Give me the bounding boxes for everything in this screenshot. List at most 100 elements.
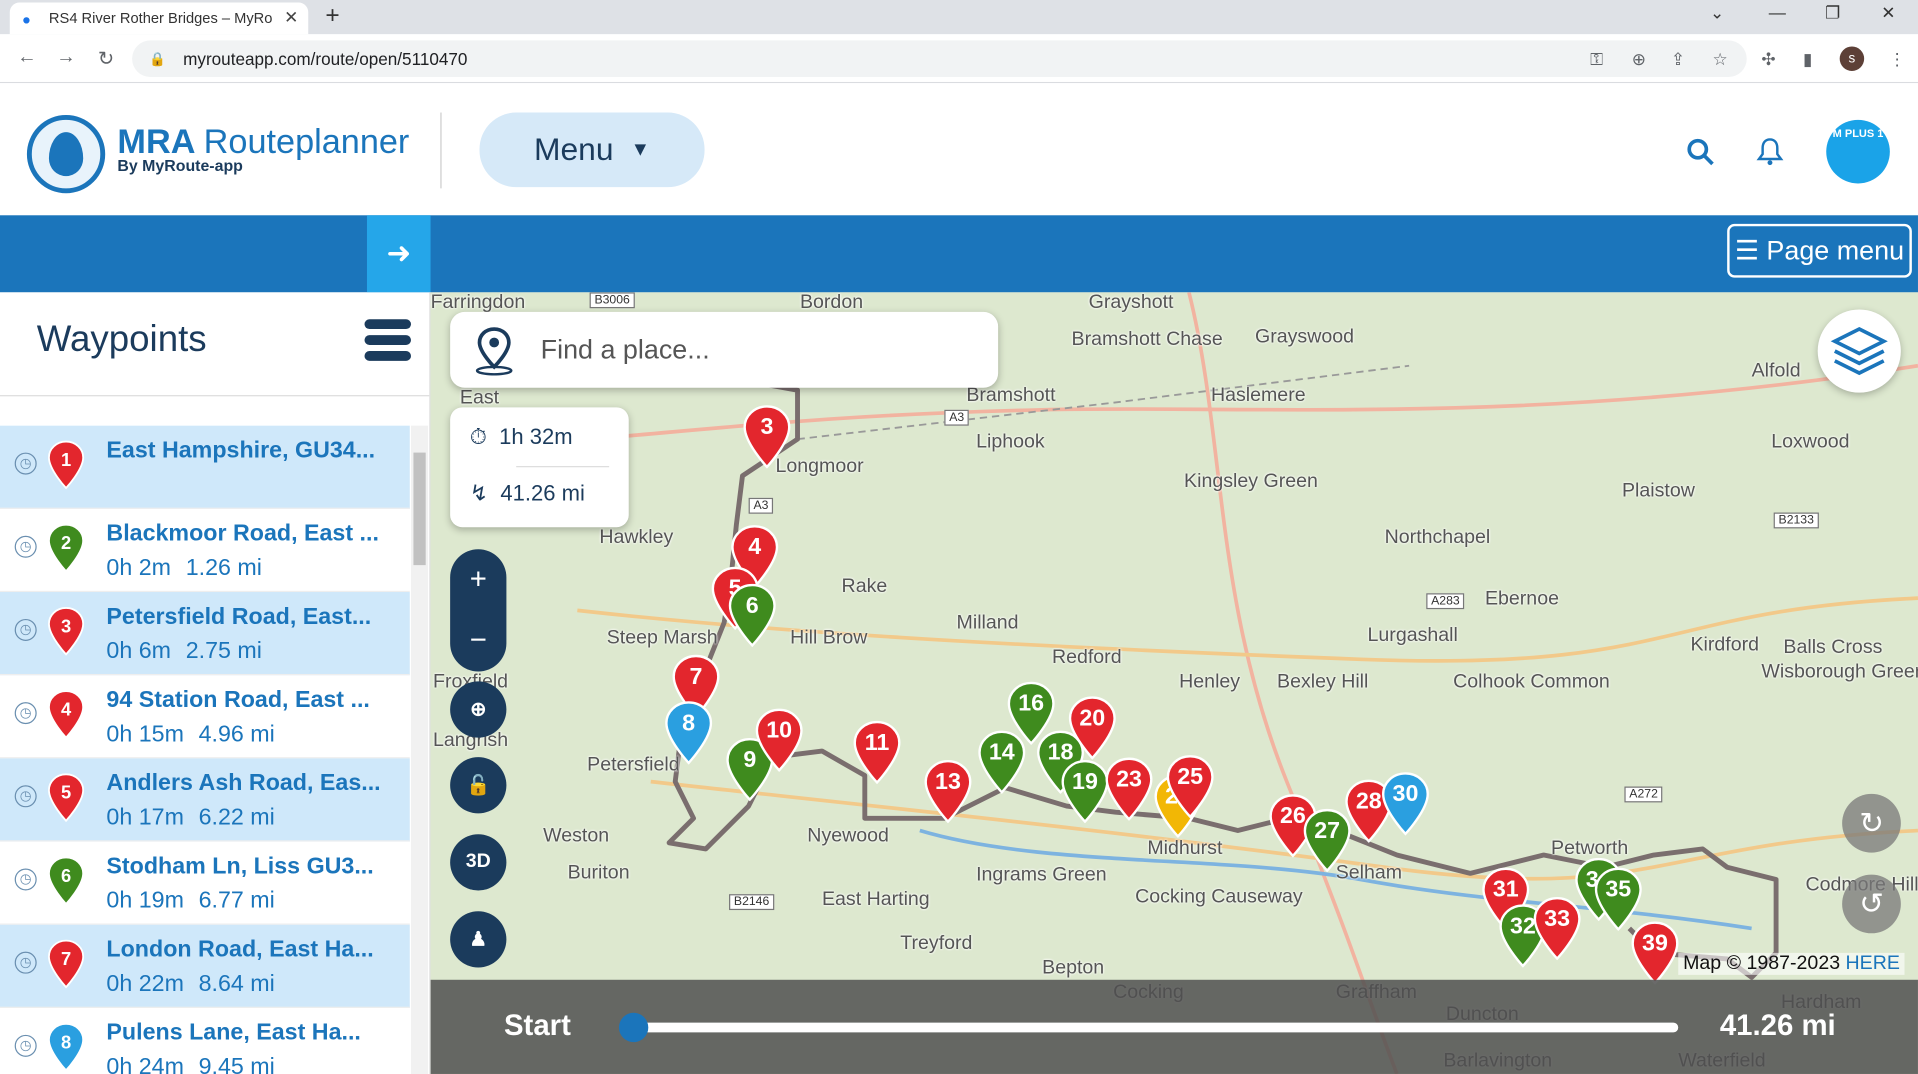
extensions-icon[interactable]: ✣ xyxy=(1761,49,1775,70)
waypoint-meta: 0h 19m 6.77 mi xyxy=(106,888,274,915)
waypoint-item[interactable]: ◷ 1 East Hampshire, GU34... xyxy=(0,425,410,509)
waypoint-item[interactable]: ◷ 5 Andlers Ash Road, Eas... 0h 17m 6.22 mi xyxy=(0,758,410,842)
add-waypoint-button[interactable]: ⊕ xyxy=(450,681,507,738)
map-place-label: Bramshott Chase xyxy=(1071,329,1223,350)
clock-icon[interactable]: ◷ xyxy=(14,1034,37,1057)
browser-tab[interactable]: ● RS4 River Rother Bridges – MyRo ✕ xyxy=(9,2,309,35)
here-link[interactable]: HERE xyxy=(1846,953,1900,974)
address-bar[interactable]: 🔒 myrouteapp.com/route/open/5110470 xyxy=(132,40,1747,78)
rotate-clockwise-button[interactable]: ↻ xyxy=(1842,793,1901,853)
route-marker-23[interactable]: 23 xyxy=(1103,757,1154,821)
route-marker-6[interactable]: 6 xyxy=(727,583,778,648)
reload-icon[interactable]: ↻ xyxy=(98,46,114,70)
waypoint-meta xyxy=(106,472,121,499)
route-map[interactable]: Farringdon Bordon Grayshott Grayswood Bramsh… xyxy=(430,292,1918,1074)
mra-logo-icon[interactable] xyxy=(26,114,106,194)
map-place-label: Loxwood xyxy=(1771,431,1850,453)
route-marker-20[interactable]: 20 xyxy=(1067,696,1118,760)
share-icon[interactable]: ⇪ xyxy=(1671,49,1685,70)
route-marker-10[interactable]: 10 xyxy=(753,708,804,772)
waypoint-marker-icon: 3 xyxy=(46,607,85,656)
clock-icon[interactable]: ◷ xyxy=(14,618,37,641)
waypoint-item[interactable]: ◷ 6 Stodham Ln, Liss GU3... 0h 19m 6.77 mi xyxy=(0,842,410,925)
bookmark-star-icon[interactable]: ☆ xyxy=(1712,49,1727,70)
road-number-badge: A3 xyxy=(944,409,970,426)
key-icon[interactable]: ⚿ xyxy=(1590,49,1603,70)
map-place-label: Bexley Hill xyxy=(1277,671,1369,693)
route-marker-13[interactable]: 13 xyxy=(922,760,973,824)
route-marker-39[interactable]: 39 xyxy=(1629,921,1680,985)
waypoint-number: 7 xyxy=(60,949,72,970)
close-tab-icon[interactable]: ✕ xyxy=(284,7,298,28)
map-layers-button[interactable] xyxy=(1817,309,1901,393)
waypoint-time: 0h 6m xyxy=(106,638,172,665)
sidebar-scrollbar[interactable] xyxy=(410,425,429,1074)
waypoint-item[interactable]: ◷ 4 94 Station Road, East ... 0h 15m 4.96 mi xyxy=(0,675,410,759)
lock-map-button[interactable]: 🔓 xyxy=(450,757,507,814)
route-marker-3[interactable]: 3 xyxy=(741,405,792,469)
clock-icon[interactable]: ◷ xyxy=(14,702,37,725)
rotate-counterclockwise-button[interactable]: ↺ xyxy=(1842,874,1901,934)
collapse-sidebar-button[interactable]: ➜ xyxy=(366,215,431,293)
map-place-label: Wisborough Green xyxy=(1761,661,1918,683)
route-stats-card: ⏱ 1h 32m ↯ 41.26 mi xyxy=(450,407,629,528)
layers-icon xyxy=(1830,326,1888,376)
menu-button[interactable]: Menu ▼ xyxy=(479,112,705,188)
clock-icon[interactable]: ◷ xyxy=(14,452,37,475)
route-distance-icon: ↯ xyxy=(469,480,489,506)
route-distance: 41.26 mi xyxy=(500,480,585,506)
scrollbar-thumb[interactable] xyxy=(413,452,426,566)
waypoint-item[interactable]: ◷ 3 Petersfield Road, East... 0h 6m 2.75 mi xyxy=(0,592,410,676)
waypoint-name: London Road, East Ha... xyxy=(106,936,374,963)
zoom-in-button[interactable]: + xyxy=(450,549,506,610)
street-view-button[interactable]: ♟ xyxy=(450,911,507,968)
bell-icon[interactable] xyxy=(1756,137,1784,174)
zoom-out-button[interactable]: − xyxy=(450,610,506,671)
clock-icon[interactable]: ◷ xyxy=(14,785,37,808)
route-marker-8[interactable]: 8 xyxy=(663,701,714,765)
sidebar-menu-icon[interactable] xyxy=(364,319,411,363)
map-place-label: Redford xyxy=(1051,647,1122,668)
minimize-icon[interactable]: — xyxy=(1769,2,1786,22)
forward-icon[interactable]: → xyxy=(56,46,76,68)
side-panel-icon[interactable]: ▮ xyxy=(1803,49,1812,70)
waypoint-distance: 6.22 mi xyxy=(198,804,275,831)
waypoint-time: 0h 22m xyxy=(106,971,184,997)
waypoint-number: 4 xyxy=(60,699,72,721)
find-place-input[interactable]: Find a place... xyxy=(450,311,999,388)
close-window-icon[interactable]: ✕ xyxy=(1881,2,1895,23)
route-marker-11[interactable]: 11 xyxy=(851,720,902,785)
map-place-label: Bramshott xyxy=(966,385,1056,407)
route-duration: 1h 32m xyxy=(499,424,573,449)
browser-toolbar: ← → ↻ 🔒 myrouteapp.com/route/open/511047… xyxy=(0,34,1918,84)
tab-search-icon[interactable]: ⌄ xyxy=(1710,2,1724,23)
waypoints-sidebar: Waypoints ◷ 1 East Hampshire, GU34... ◷ 2 Bla… xyxy=(0,292,431,1074)
clock-icon[interactable]: ◷ xyxy=(14,535,37,558)
route-marker-label: 6 xyxy=(745,593,759,619)
timeline-slider-handle[interactable] xyxy=(618,1012,649,1043)
route-marker-25[interactable]: 25 xyxy=(1164,755,1215,819)
route-marker-label: 30 xyxy=(1392,781,1419,808)
page-menu-button[interactable]: ☰ Page menu xyxy=(1727,223,1912,278)
profile-avatar[interactable]: s xyxy=(1839,46,1865,71)
caret-down-icon: ▼ xyxy=(630,138,651,160)
maximize-icon[interactable]: ❐ xyxy=(1825,2,1840,23)
back-icon[interactable]: ← xyxy=(17,46,37,68)
route-marker-30[interactable]: 30 xyxy=(1380,772,1431,836)
waypoint-item[interactable]: ◷ 7 London Road, East Ha... 0h 22m 8.64 mi xyxy=(0,924,410,1008)
waypoint-item[interactable]: ◷ 2 Blackmoor Road, East ... 0h 2m 1.26 mi xyxy=(0,509,410,593)
clock-icon[interactable]: ◷ xyxy=(14,951,37,974)
new-tab-icon[interactable]: + xyxy=(325,2,339,30)
search-placeholder: Find a place... xyxy=(540,333,710,365)
timeline-track[interactable] xyxy=(626,1022,1679,1033)
user-avatar[interactable]: M PLUS 1 xyxy=(1826,119,1890,184)
waypoint-item[interactable]: ◷ 8 Pulens Lane, East Ha... 0h 24m 9.45 mi xyxy=(0,1008,410,1074)
kebab-menu-icon[interactable]: ⋮ xyxy=(1889,49,1906,70)
search-icon[interactable] xyxy=(1686,137,1715,174)
zoom-icon[interactable]: ⊕ xyxy=(1632,49,1646,70)
waypoint-number: 2 xyxy=(60,533,72,555)
clock-icon[interactable]: ◷ xyxy=(14,868,37,891)
route-marker-label: 35 xyxy=(1605,877,1632,903)
map-place-label: Northchapel xyxy=(1384,527,1491,548)
3d-toggle-button[interactable]: 3D xyxy=(450,834,507,891)
